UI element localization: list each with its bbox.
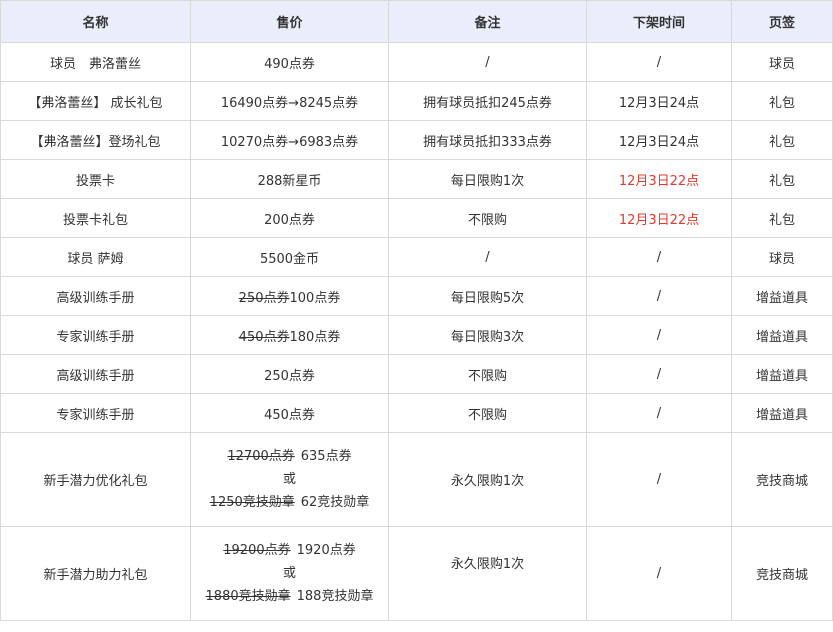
price-option-medals: 1880竞技勋章 188竞技勋章 [195,586,384,608]
cell-tab: 增益道具 [731,354,833,394]
cell-price: 490点券 [190,42,389,82]
table-row: 专家训练手册 450点券180点券 每日限购3次 / 增益道具 [0,315,833,355]
cell-price: 200点券 [190,198,389,238]
cell-note: 不限购 [388,354,587,394]
cell-name: 球员 萨姆 [0,237,191,277]
price-option-points: 12700点券 635点券 [195,446,384,468]
cell-time: 12月3日24点 [586,120,732,160]
table-row: 高级训练手册 250点券100点券 每日限购5次 / 增益道具 [0,276,833,316]
original-price: 450点券 [238,329,290,345]
original-price: 12700点券 [227,448,295,464]
header-delist-time: 下架时间 [586,0,732,43]
cell-time: 12月3日24点 [586,81,732,121]
or-separator: 或 [282,471,296,487]
cell-note: 拥有球员抵扣245点券 [388,81,587,121]
cell-price: 16490点券→8245点券 [190,81,389,121]
discount-price: 62竞技勋章 [300,494,370,510]
cell-note: / [388,42,587,82]
original-price: 1250竞技勋章 [209,494,295,510]
cell-price: 5500金币 [190,237,389,277]
cell-tab: 礼包 [731,159,833,199]
cell-note: 每日限购3次 [388,315,587,355]
cell-time: / [586,315,732,355]
shop-items-table: 名称 售价 备注 下架时间 页签 球员 弗洛蕾丝 490点券 / / 球员 【弗… [0,0,833,621]
price-option-medals: 1250竞技勋章 62竞技勋章 [195,492,384,514]
cell-tab: 球员 [731,42,833,82]
header-tab: 页签 [731,0,833,43]
table-row: 新手潜力优化礼包 12700点券 635点券 或 1250竞技勋章 62竞技勋章 永… [0,432,833,527]
table-row: 专家训练手册 450点券 不限购 / 增益道具 [0,393,833,433]
cell-price: 450点券 [190,393,389,433]
cell-price: 19200点券 1920点券 或 1880竞技勋章 188竞技勋章 [190,526,389,621]
table-row: 【弗洛蕾丝】 成长礼包 16490点券→8245点券 拥有球员抵扣245点券 1… [0,81,833,121]
cell-tab: 增益道具 [731,276,833,316]
discount-price: 180点券 [289,329,341,345]
cell-time: / [586,432,732,527]
cell-time: / [586,393,732,433]
cell-name: 高级训练手册 [0,354,191,394]
cell-tab: 礼包 [731,198,833,238]
cell-tab: 球员 [731,237,833,277]
cell-tab: 增益道具 [731,393,833,433]
table-header-row: 名称 售价 备注 下架时间 页签 [0,0,833,43]
cell-tab: 竞技商城 [731,432,833,527]
table-row: 球员 萨姆 5500金币 / / 球员 [0,237,833,277]
cell-price: 10270点券→6983点券 [190,120,389,160]
cell-name: 新手潜力助力礼包 [0,526,191,621]
cell-name: 专家训练手册 [0,393,191,433]
original-price: 1880竞技勋章 [205,588,291,604]
cell-price: 250点券100点券 [190,276,389,316]
or-separator: 或 [282,565,296,581]
cell-price: 250点券 [190,354,389,394]
price-option-points: 19200点券 1920点券 [195,540,384,562]
cell-tab: 竞技商城 [731,526,833,621]
cell-name: 投票卡礼包 [0,198,191,238]
cell-time: / [586,526,732,621]
cell-time-highlight: 12月3日22点 [586,198,732,238]
cell-note: 每日限购1次 [388,159,587,199]
table-row: 投票卡 288新星币 每日限购1次 12月3日22点 礼包 [0,159,833,199]
cell-time: / [586,354,732,394]
cell-name: 新手潜力优化礼包 [0,432,191,527]
cell-price: 288新星币 [190,159,389,199]
table-row: 高级训练手册 250点券 不限购 / 增益道具 [0,354,833,394]
cell-note: 不限购 [388,198,587,238]
cell-note: 永久限购1次 [388,526,587,621]
cell-price: 12700点券 635点券 或 1250竞技勋章 62竞技勋章 [190,432,389,527]
cell-name: 投票卡 [0,159,191,199]
cell-note: 不限购 [388,393,587,433]
cell-time: / [586,42,732,82]
cell-tab: 增益道具 [731,315,833,355]
cell-time: / [586,237,732,277]
table-row: 投票卡礼包 200点券 不限购 12月3日22点 礼包 [0,198,833,238]
cell-name: 【弗洛蕾丝】登场礼包 [0,120,191,160]
cell-name: 【弗洛蕾丝】 成长礼包 [0,81,191,121]
original-price: 250点券 [238,290,290,306]
discount-price: 188竞技勋章 [296,588,374,604]
discount-price: 1920点券 [296,542,356,558]
cell-note: 每日限购5次 [388,276,587,316]
note-text: 永久限购1次 [450,557,525,572]
header-note: 备注 [388,0,587,43]
discount-price: 100点券 [289,290,341,306]
cell-time-highlight: 12月3日22点 [586,159,732,199]
cell-note: 永久限购1次 [388,432,587,527]
cell-name: 高级训练手册 [0,276,191,316]
cell-name: 专家训练手册 [0,315,191,355]
table-row: 新手潜力助力礼包 19200点券 1920点券 或 1880竞技勋章 188竞技勋章… [0,526,833,621]
original-price: 19200点券 [223,542,291,558]
header-name: 名称 [0,0,191,43]
table-row: 【弗洛蕾丝】登场礼包 10270点券→6983点券 拥有球员抵扣333点券 12… [0,120,833,160]
cell-note: 拥有球员抵扣333点券 [388,120,587,160]
cell-note: / [388,237,587,277]
cell-name: 球员 弗洛蕾丝 [0,42,191,82]
cell-tab: 礼包 [731,120,833,160]
discount-price: 635点券 [300,448,352,464]
cell-tab: 礼包 [731,81,833,121]
cell-price: 450点券180点券 [190,315,389,355]
cell-time: / [586,276,732,316]
table-row: 球员 弗洛蕾丝 490点券 / / 球员 [0,42,833,82]
header-price: 售价 [190,0,389,43]
